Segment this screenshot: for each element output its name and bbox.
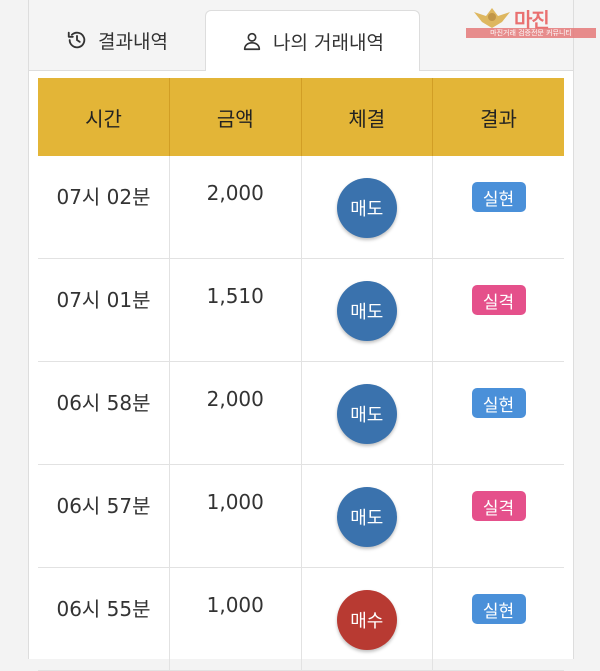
trade-cell: 매도: [301, 464, 433, 568]
tab-my-trades[interactable]: 나의 거래내역: [205, 10, 420, 71]
result-badge: 실격: [471, 285, 526, 315]
header-result: 결과: [432, 78, 564, 156]
result-cell: 실현: [432, 361, 564, 465]
trade-cell: 매도: [301, 156, 433, 259]
eagle-emblem-icon: [474, 8, 510, 28]
result-badge: 실현: [471, 594, 526, 624]
header-amount: 금액: [169, 78, 302, 156]
trade-panel: 결과내역 나의 거래내역 시간 금액 체결 결과 07시 02분 2,000 매…: [28, 0, 574, 671]
history-icon: [67, 31, 86, 49]
tab-result-history-label: 결과내역: [98, 30, 168, 53]
trade-table: 시간 금액 체결 결과 07시 02분 2,000 매도 실현 07시 01분 …: [38, 78, 564, 671]
tab-result-history[interactable]: 결과내역: [29, 10, 205, 70]
result-cell: 실현: [432, 567, 564, 671]
time-cell: 06시 55분: [38, 567, 170, 671]
table-header-row: 시간 금액 체결 결과: [38, 78, 564, 156]
amount-cell: 1,510: [169, 258, 302, 362]
table-row: 06시 55분 1,000 매수 실현: [38, 567, 564, 671]
result-badge: 실현: [471, 388, 526, 418]
time-cell: 06시 58분: [38, 361, 170, 465]
time-cell: 07시 02분: [38, 156, 170, 259]
trade-cell: 매수: [301, 567, 433, 671]
result-cell: 실격: [432, 258, 564, 362]
amount-cell: 2,000: [169, 156, 302, 259]
table-row: 07시 02분 2,000 매도 실현: [38, 156, 564, 259]
result-badge: 실현: [471, 182, 526, 212]
trade-type-button[interactable]: 매도: [336, 487, 397, 547]
amount-cell: 1,000: [169, 464, 302, 568]
trade-cell: 매도: [301, 258, 433, 362]
time-cell: 06시 57분: [38, 464, 170, 568]
amount-cell: 2,000: [169, 361, 302, 465]
trade-type-button[interactable]: 매수: [336, 590, 397, 650]
trade-type-button[interactable]: 매도: [336, 384, 397, 444]
header-trade: 체결: [301, 78, 433, 156]
watermark-subtitle: 마진거래 검증전문 커뮤니티: [466, 28, 596, 38]
header-time: 시간: [38, 78, 170, 156]
trade-table-container: 시간 금액 체결 결과 07시 02분 2,000 매도 실현 07시 01분 …: [38, 78, 564, 671]
trade-type-button[interactable]: 매도: [336, 281, 397, 341]
table-row: 07시 01분 1,510 매도 실격: [38, 258, 564, 362]
result-cell: 실격: [432, 464, 564, 568]
user-icon: [243, 32, 261, 51]
amount-cell: 1,000: [169, 567, 302, 671]
site-watermark: 마진 마진거래 검증전문 커뮤니티: [466, 4, 596, 38]
result-cell: 실현: [432, 156, 564, 259]
trade-type-button[interactable]: 매도: [336, 178, 397, 238]
time-cell: 07시 01분: [38, 258, 170, 362]
tab-my-trades-label: 나의 거래내역: [273, 31, 384, 54]
table-row: 06시 57분 1,000 매도 실격: [38, 464, 564, 568]
table-row: 06시 58분 2,000 매도 실현: [38, 361, 564, 465]
trade-cell: 매도: [301, 361, 433, 465]
result-badge: 실격: [471, 491, 526, 521]
